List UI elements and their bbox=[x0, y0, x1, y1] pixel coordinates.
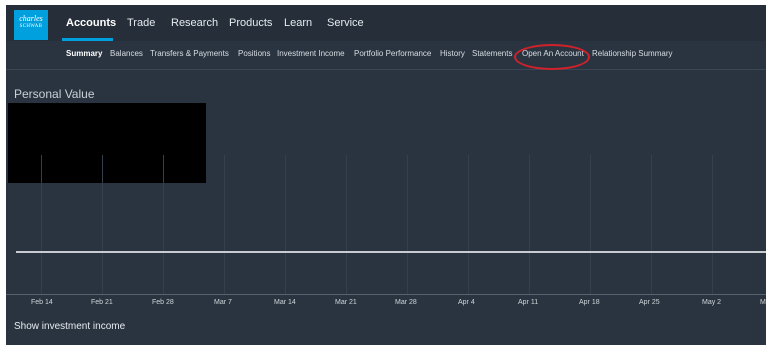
subnav-investment-income[interactable]: Investment Income bbox=[277, 49, 345, 58]
sub-navigation: Summary Balances Transfers & Payments Po… bbox=[6, 41, 766, 70]
account-page: charles SCHWAB Accounts Trade Research P… bbox=[6, 5, 766, 345]
x-tick-label: Feb 14 bbox=[31, 299, 53, 306]
nav-accounts[interactable]: Accounts bbox=[66, 17, 116, 29]
x-tick-label: Apr 4 bbox=[458, 299, 475, 306]
highlight-annotation-circle bbox=[514, 44, 590, 70]
subnav-portfolio-performance[interactable]: Portfolio Performance bbox=[354, 49, 431, 58]
chart-gridline bbox=[529, 155, 530, 295]
chart-gridline bbox=[102, 155, 103, 295]
chart-gridline bbox=[407, 155, 408, 295]
subnav-relationship-summary[interactable]: Relationship Summary bbox=[592, 49, 672, 58]
x-tick-label: Mar 28 bbox=[395, 299, 417, 306]
subnav-statements[interactable]: Statements bbox=[472, 49, 512, 58]
chart-gridline bbox=[285, 155, 286, 295]
x-tick-label: Apr 11 bbox=[518, 299, 539, 306]
chart-gridline bbox=[468, 155, 469, 295]
x-tick-label: Mar 14 bbox=[274, 299, 296, 306]
nav-research[interactable]: Research bbox=[171, 17, 218, 29]
x-tick-label: Feb 28 bbox=[152, 299, 174, 306]
subnav-balances[interactable]: Balances bbox=[110, 49, 143, 58]
x-tick-label: Feb 21 bbox=[91, 299, 113, 306]
x-tick-label: M bbox=[760, 299, 766, 306]
subnav-transfers-payments[interactable]: Transfers & Payments bbox=[150, 49, 229, 58]
subnav-positions[interactable]: Positions bbox=[238, 49, 270, 58]
value-chart bbox=[6, 155, 766, 295]
schwab-logo[interactable]: charles SCHWAB bbox=[14, 10, 48, 40]
x-tick-label: Mar 21 bbox=[335, 299, 357, 306]
chart-gridline bbox=[163, 155, 164, 295]
x-tick-label: Mar 7 bbox=[214, 299, 232, 306]
chart-gridline bbox=[41, 155, 42, 295]
subnav-summary[interactable]: Summary bbox=[66, 49, 102, 58]
chart-x-axis bbox=[6, 294, 766, 295]
chart-gridline bbox=[346, 155, 347, 295]
x-tick-label: Apr 18 bbox=[579, 299, 600, 306]
chart-gridline bbox=[590, 155, 591, 295]
chart-gridline bbox=[651, 155, 652, 295]
logo-line-2: SCHWAB bbox=[19, 24, 43, 29]
page-title: Personal Value bbox=[14, 87, 95, 101]
x-tick-label: Apr 25 bbox=[639, 299, 660, 306]
subnav-history[interactable]: History bbox=[440, 49, 465, 58]
show-investment-income-link[interactable]: Show investment income bbox=[14, 321, 125, 332]
x-tick-label: May 2 bbox=[702, 299, 722, 306]
nav-products[interactable]: Products bbox=[229, 17, 272, 29]
nav-trade[interactable]: Trade bbox=[127, 17, 155, 29]
chart-gridline bbox=[224, 155, 225, 295]
chart-value-line bbox=[16, 251, 766, 253]
chart-gridline bbox=[712, 155, 713, 295]
logo-line-1: charles bbox=[19, 14, 43, 23]
top-navigation: charles SCHWAB Accounts Trade Research P… bbox=[6, 5, 766, 41]
nav-service[interactable]: Service bbox=[327, 17, 364, 29]
nav-learn[interactable]: Learn bbox=[284, 17, 312, 29]
